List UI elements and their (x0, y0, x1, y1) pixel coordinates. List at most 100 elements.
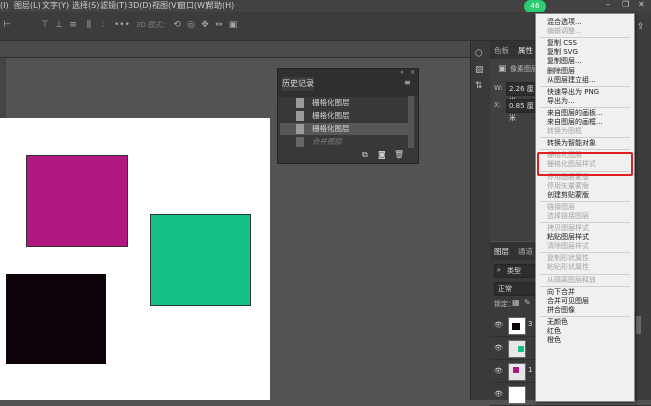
new-document-from-state-icon[interactable]: ⧉ (362, 150, 368, 160)
image-panel-icon[interactable]: ▨ (475, 65, 484, 75)
collapse-icon[interactable]: « (400, 69, 404, 76)
context-menu-item[interactable]: 导出为... (547, 97, 575, 106)
restore-icon[interactable]: ❐ (622, 0, 629, 9)
menu-separator (540, 315, 630, 317)
window-controls: – ❐ ✕ (604, 0, 651, 12)
menu-item-layer[interactable]: 图层(L) (14, 0, 41, 12)
context-menu-item: 编辑调整... (547, 27, 582, 36)
panel-close-icon[interactable]: × (410, 69, 415, 76)
context-menu-item[interactable]: 从图层建立组... (547, 76, 596, 85)
distribute-h-icon[interactable]: ⦙ (98, 20, 108, 30)
layer-filter-select[interactable]: ⌕ 类型 (494, 264, 536, 278)
lock-brush-icon[interactable]: ✎ (524, 298, 531, 307)
context-menu-item[interactable]: 创建剪贴蒙版 (547, 191, 589, 200)
menu-separator (540, 285, 630, 287)
history-scrollbar[interactable] (408, 96, 414, 148)
history-item-label: 栅格化图层 (312, 98, 350, 107)
context-menu-item: 停用矢量蒙版 (547, 181, 589, 190)
lock-transparent-icon[interactable]: ▦ (512, 298, 520, 307)
context-menu-item[interactable]: 向下合并 (547, 288, 575, 297)
tab-layers[interactable]: 图层 (494, 246, 509, 257)
menu-item-window[interactable]: 窗口(W) (178, 0, 208, 12)
context-menu-item[interactable]: 来自图层的画板... (547, 109, 603, 118)
scale-3d-icon[interactable]: ▣ (228, 20, 238, 30)
align-top-icon[interactable]: ⊤ (40, 20, 50, 30)
menu-item-image[interactable]: (I) (0, 0, 9, 12)
history-item[interactable]: 栅格化图层 (280, 97, 408, 109)
history-panel-title[interactable]: 历史记录 (282, 77, 314, 91)
align-left-icon[interactable]: ⊢ (2, 20, 12, 30)
visibility-eye-icon[interactable]: 👁 (494, 390, 503, 398)
minimize-icon[interactable]: – (606, 0, 610, 9)
context-menu-item[interactable]: 合并可见图层 (547, 297, 589, 306)
black-square[interactable] (6, 274, 106, 364)
context-menu-item[interactable]: 快速导出为 PNG (547, 88, 599, 97)
blend-mode-value: 正常 (498, 285, 512, 293)
properties-subtitle: 像素图层 (510, 65, 538, 73)
context-menu-item[interactable]: 红色 (547, 327, 561, 336)
context-menu-item[interactable]: 混合选项... (547, 18, 582, 27)
layer-number: 1 (528, 366, 533, 374)
visibility-eye-icon[interactable]: 👁 (494, 344, 503, 352)
context-menu-item: 转换为图框 (547, 127, 582, 136)
visibility-eye-icon[interactable]: 👁 (494, 367, 503, 375)
history-item-label: 栅格化图层 (312, 111, 350, 120)
history-item[interactable]: 栅格化图层 (280, 110, 408, 122)
menu-item-help[interactable]: 帮助(H) (206, 0, 234, 12)
menu-item-3d[interactable]: 3D(D) (128, 0, 152, 12)
tab-swatches[interactable]: 色板 (494, 45, 509, 56)
context-menu-item[interactable]: 删除图层 (547, 67, 575, 76)
adjust-panel-icon[interactable]: ⇅ (475, 81, 483, 91)
menu-item-filter[interactable]: 滤镜(T) (100, 0, 127, 12)
context-menu-item[interactable]: 无颜色 (547, 318, 568, 327)
context-menu-item: 拷贝图层样式 (547, 224, 589, 232)
visibility-eye-icon[interactable]: 👁 (494, 321, 503, 329)
trash-icon[interactable]: 🗑 (394, 150, 404, 159)
history-item[interactable]: 合并图层 (280, 136, 408, 148)
roll-3d-icon[interactable]: ◎ (186, 20, 196, 30)
layer-thumbnail (508, 363, 526, 381)
document-tab-strip (0, 41, 470, 58)
right-panel-strip (633, 13, 651, 400)
context-menu-item: 链接图层 (547, 202, 575, 211)
document-canvas[interactable] (0, 118, 270, 400)
context-menu-item[interactable]: 来自图层的画框... (547, 118, 603, 127)
tab-channels[interactable]: 通道 (518, 246, 533, 257)
distribute-icon[interactable]: ⫼ (84, 20, 94, 30)
menu-separator (540, 106, 630, 108)
context-menu-item[interactable]: 复制图层... (547, 57, 582, 66)
context-menu-item[interactable]: 复制 SVG (547, 48, 578, 57)
menu-item-convert-to-smart-object[interactable]: 转换为智能对象 (547, 139, 596, 148)
magenta-square[interactable] (26, 155, 128, 247)
context-menu-item[interactable]: 复制 CSS (547, 39, 577, 48)
share-icon[interactable]: ⇪ (637, 22, 645, 32)
menu-separator (540, 85, 630, 87)
3d-panel-icon[interactable]: ⬡ (475, 49, 483, 59)
history-panel-header: 历史记录 « × ≡ (278, 69, 418, 97)
more-options-icon[interactable]: ••• (114, 20, 130, 30)
blend-mode-select[interactable]: 正常 (494, 282, 536, 296)
history-item-active[interactable]: 栅格化图层 (280, 123, 408, 135)
context-menu-item[interactable]: 拼合图像 (547, 306, 575, 315)
align-bottom-icon[interactable]: ≡ (68, 20, 78, 30)
close-icon[interactable]: ✕ (638, 0, 645, 9)
context-menu-item[interactable]: 橙色 (547, 336, 561, 345)
menu-item-view[interactable]: 视图(V) (152, 0, 180, 12)
align-vcenter-icon[interactable]: ⊥ (54, 20, 64, 30)
menu-item-select[interactable]: 选择(S) (72, 0, 99, 12)
snapshot-camera-icon[interactable]: ◙ (378, 150, 386, 159)
highlight-annotation (537, 152, 633, 176)
slide-3d-icon[interactable]: ⇔ (214, 20, 224, 30)
menu-item-type[interactable]: 文字(Y) (42, 0, 69, 12)
menu-bar: (I) 图层(L) 文字(Y) 选择(S) 滤镜(T) 3D(D) 视图(V) … (0, 0, 651, 12)
x-label: X: (494, 101, 502, 109)
layer-filter-label: 类型 (507, 267, 521, 275)
panel-menu-icon[interactable]: ≡ (404, 78, 411, 87)
history-item-icon (296, 111, 304, 121)
orbit-3d-icon[interactable]: ⟲ (172, 20, 182, 30)
layers-scrollbar-thumb[interactable] (636, 316, 641, 334)
tab-properties[interactable]: 属性 (518, 45, 533, 56)
context-menu-item[interactable]: 粘贴图层样式 (547, 233, 589, 242)
green-square[interactable] (150, 214, 251, 306)
pan-3d-icon[interactable]: ✥ (200, 20, 210, 30)
